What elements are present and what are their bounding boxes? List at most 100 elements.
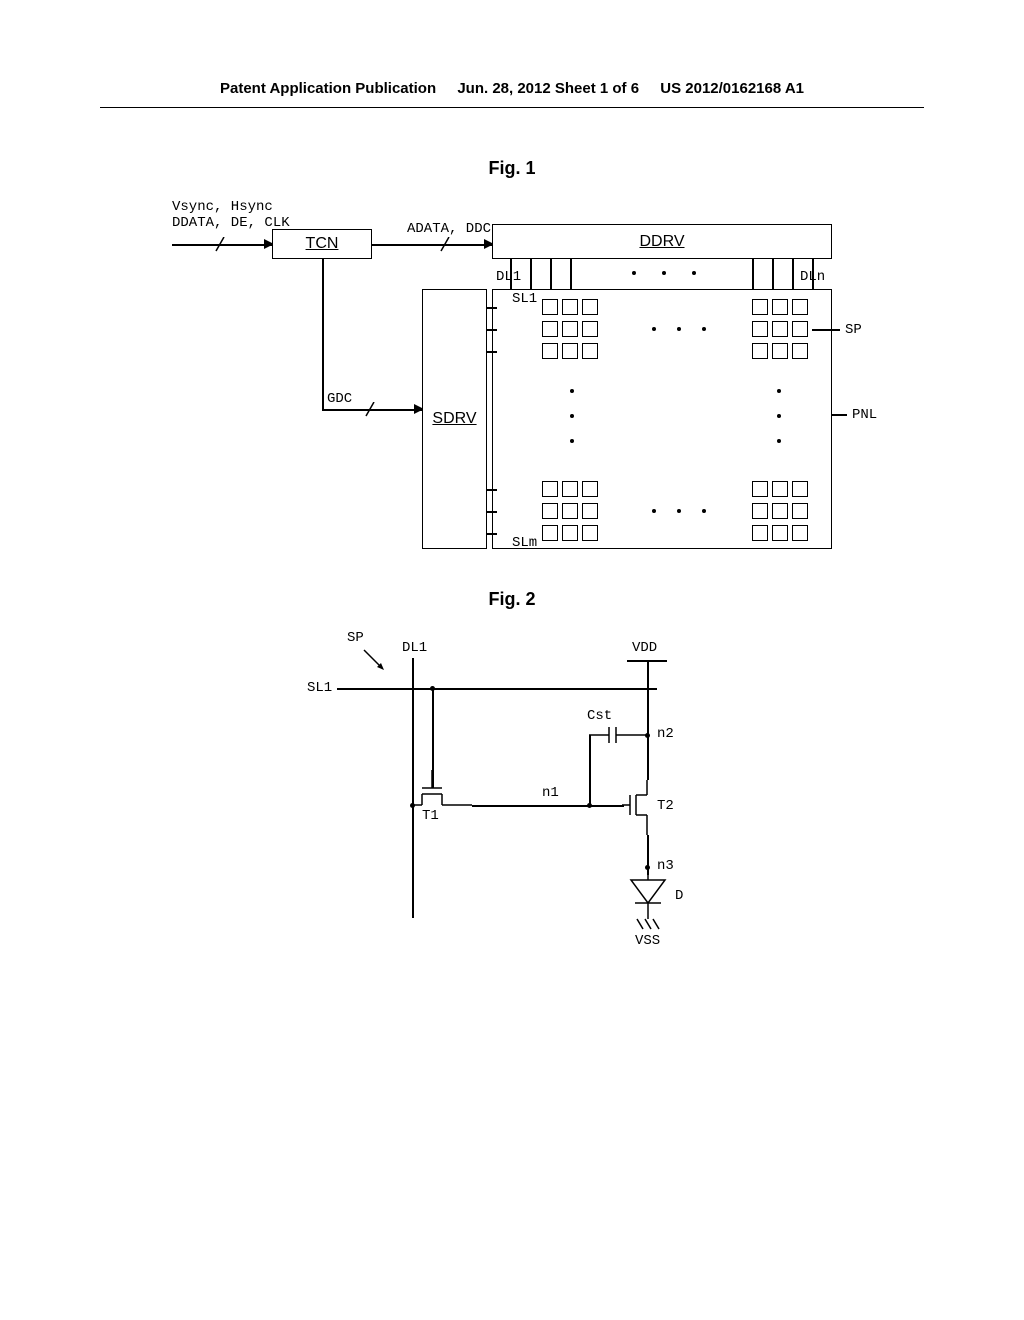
cst-capacitor-icon (584, 725, 654, 745)
ellipsis-dot (677, 509, 681, 513)
vss-label: VSS (635, 933, 660, 949)
ellipsis-dot (652, 327, 656, 331)
pixel (582, 321, 598, 337)
sl-line (487, 351, 497, 353)
figure-1-diagram: Vsync, Hsync DDATA, DE, CLK TCN ADATA, D… (152, 199, 872, 559)
ellipsis-dot (702, 509, 706, 513)
sdrv-label: SDRV (432, 410, 476, 427)
gdc-label: GDC (327, 391, 352, 407)
pixel (542, 481, 558, 497)
adata-label: ADATA, DDC (407, 221, 491, 237)
n1-line (472, 805, 592, 807)
sl1-label: SL1 (512, 291, 537, 307)
sl-line (487, 307, 497, 309)
pixel (562, 525, 578, 541)
pixel (752, 343, 768, 359)
pixel (582, 299, 598, 315)
dl-line (792, 259, 794, 289)
figure-2-diagram: SP DL1 SL1 VDD T1 n1 Cst n2 (287, 630, 737, 990)
input-signals-label: Vsync, Hsync DDATA, DE, CLK (172, 199, 290, 231)
sp-label: SP (845, 322, 862, 338)
pixel (772, 525, 788, 541)
sp-label: SP (347, 630, 364, 646)
sl-line (487, 489, 497, 491)
dl-line (550, 259, 552, 289)
pixel (542, 343, 558, 359)
ellipsis-dot (652, 509, 656, 513)
header-right: US 2012/0162168 A1 (660, 80, 804, 97)
ground-icon (635, 915, 661, 933)
n3-node (645, 865, 650, 870)
ddrv-label: DDRV (639, 233, 684, 250)
sl1-label: SL1 (307, 680, 332, 696)
pixel (582, 525, 598, 541)
sdrv-box: SDRV (422, 289, 487, 549)
sl1-line (337, 688, 657, 690)
diode-icon (627, 875, 669, 915)
pixel (562, 321, 578, 337)
pixel (752, 525, 768, 541)
sl-line (487, 511, 497, 513)
slash-icon (212, 237, 228, 253)
figure-1-title: Fig. 1 (0, 158, 1024, 179)
pixel (772, 481, 788, 497)
ellipsis-dot (692, 271, 696, 275)
sl-line (487, 329, 497, 331)
pixel (792, 299, 808, 315)
dl1-label: DL1 (496, 269, 521, 285)
t2-label: T2 (657, 798, 674, 814)
slash-icon (362, 402, 378, 418)
ellipsis-dot (777, 389, 781, 393)
pixel (792, 321, 808, 337)
pixel (772, 299, 788, 315)
n1-label: n1 (542, 785, 559, 801)
dl1-label: DL1 (402, 640, 427, 656)
figure-2-title: Fig. 2 (0, 589, 1024, 610)
pixel (542, 525, 558, 541)
cst-label: Cst (587, 708, 612, 724)
dl-line (772, 259, 774, 289)
ellipsis-dot (570, 389, 574, 393)
n3-label: n3 (657, 858, 674, 874)
pixel (752, 299, 768, 315)
pixel (582, 343, 598, 359)
vdd-label: VDD (632, 640, 657, 656)
sp-leader (812, 329, 840, 331)
ellipsis-dot (570, 439, 574, 443)
pixel (792, 481, 808, 497)
pixel (752, 481, 768, 497)
dln-label: DLn (800, 269, 825, 285)
dl-line (752, 259, 754, 289)
line-tcn-ddrv (372, 244, 492, 246)
dl-line (530, 259, 532, 289)
t2-drain-line (647, 725, 649, 780)
sp-arrow-icon (359, 645, 389, 675)
pixel (582, 481, 598, 497)
ddrv-box: DDRV (492, 224, 832, 259)
ellipsis-dot (777, 439, 781, 443)
ellipsis-dot (702, 327, 706, 331)
n2-label: n2 (657, 726, 674, 742)
t1-label: T1 (422, 808, 439, 824)
t1-gate-node (430, 686, 435, 691)
ellipsis-dot (632, 271, 636, 275)
pixel (752, 503, 768, 519)
pixel (542, 321, 558, 337)
slash-icon (437, 237, 453, 253)
ellipsis-dot (777, 414, 781, 418)
pnl-leader (832, 414, 847, 416)
tcn-box: TCN (272, 229, 372, 259)
sl-line (487, 533, 497, 535)
tcn-label: TCN (306, 235, 339, 252)
cst-left-line (589, 735, 591, 805)
ellipsis-dot (662, 271, 666, 275)
pixel (562, 481, 578, 497)
page-header: Patent Application Publication Jun. 28, … (100, 0, 924, 108)
pixel (752, 321, 768, 337)
pixel (542, 299, 558, 315)
t2-transistor-icon (622, 780, 662, 835)
t1-drain-node (410, 803, 415, 808)
ellipsis-dot (677, 327, 681, 331)
header-center: Jun. 28, 2012 Sheet 1 of 6 (457, 80, 639, 97)
pixel (792, 525, 808, 541)
